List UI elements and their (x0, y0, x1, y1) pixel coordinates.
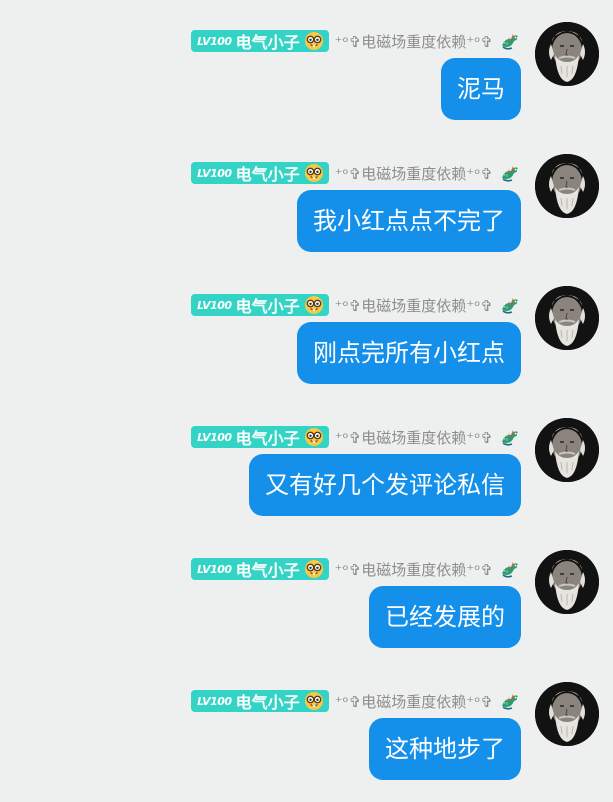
nerd-face-icon (304, 691, 324, 711)
dragon-icon (499, 690, 521, 712)
nerd-face-icon (304, 559, 324, 579)
level-badge[interactable]: LV100 电气小子 (191, 162, 329, 184)
message-bubble[interactable]: 泥马 (441, 58, 521, 120)
dragon-icon (499, 558, 521, 580)
nerd-face-icon (304, 295, 324, 315)
level-label: LV100 (197, 34, 232, 48)
nickname: 电气小子 (235, 165, 300, 184)
level-label: LV100 (197, 562, 232, 576)
nerd-face-icon (304, 31, 324, 51)
fan-tag: ⁺ᵒ✞电磁场重度依赖⁺ᵒ✞ (334, 560, 493, 579)
sender-header: LV100 电气小子 ⁺ᵒ✞电磁场重度依赖⁺ᵒ✞ (191, 160, 521, 186)
nerd-face-icon (304, 427, 324, 447)
sender-avatar[interactable] (535, 154, 599, 218)
level-label: LV100 (197, 166, 232, 180)
sender-avatar[interactable] (535, 22, 599, 86)
sender-header: LV100 电气小子 ⁺ᵒ✞电磁场重度依赖⁺ᵒ✞ (191, 688, 521, 714)
nickname: 电气小子 (235, 693, 300, 712)
level-label: LV100 (197, 694, 232, 708)
level-badge[interactable]: LV100 电气小子 (191, 690, 329, 712)
level-badge[interactable]: LV100 电气小子 (191, 558, 329, 580)
message-bubble[interactable]: 已经发展的 (369, 586, 521, 648)
sender-header: LV100 电气小子 ⁺ᵒ✞电磁场重度依赖⁺ᵒ✞ (191, 28, 521, 54)
chat-message: LV100 电气小子 ⁺ᵒ✞电磁场重度依赖⁺ᵒ✞ (0, 418, 613, 538)
sender-avatar[interactable] (535, 682, 599, 746)
fan-tag: ⁺ᵒ✞电磁场重度依赖⁺ᵒ✞ (334, 164, 493, 183)
message-bubble[interactable]: 我小红点点不完了 (297, 190, 521, 252)
sender-avatar[interactable] (535, 550, 599, 614)
message-bubble[interactable]: 刚点完所有小红点 (297, 322, 521, 384)
sender-avatar[interactable] (535, 418, 599, 482)
dragon-icon (499, 30, 521, 52)
dragon-icon (499, 426, 521, 448)
dragon-icon (499, 294, 521, 316)
nickname: 电气小子 (235, 297, 300, 316)
nickname: 电气小子 (235, 561, 300, 580)
nickname: 电气小子 (235, 429, 300, 448)
level-badge[interactable]: LV100 电气小子 (191, 30, 329, 52)
nickname: 电气小子 (235, 33, 300, 52)
level-label: LV100 (197, 298, 232, 312)
message-bubble[interactable]: 又有好几个发评论私信 (249, 454, 521, 516)
message-bubble[interactable]: 这种地步了 (369, 718, 521, 780)
level-badge[interactable]: LV100 电气小子 (191, 294, 329, 316)
chat-message: LV100 电气小子 ⁺ᵒ✞电磁场重度依赖⁺ᵒ✞ (0, 22, 613, 142)
fan-tag: ⁺ᵒ✞电磁场重度依赖⁺ᵒ✞ (334, 32, 493, 51)
chat-message: LV100 电气小子 ⁺ᵒ✞电磁场重度依赖⁺ᵒ✞ (0, 550, 613, 670)
fan-tag: ⁺ᵒ✞电磁场重度依赖⁺ᵒ✞ (334, 428, 493, 447)
chat-message: LV100 电气小子 ⁺ᵒ✞电磁场重度依赖⁺ᵒ✞ (0, 286, 613, 406)
sender-avatar[interactable] (535, 286, 599, 350)
fan-tag: ⁺ᵒ✞电磁场重度依赖⁺ᵒ✞ (334, 692, 493, 711)
level-label: LV100 (197, 430, 232, 444)
level-badge[interactable]: LV100 电气小子 (191, 426, 329, 448)
fan-tag: ⁺ᵒ✞电磁场重度依赖⁺ᵒ✞ (334, 296, 493, 315)
dragon-icon (499, 162, 521, 184)
sender-header: LV100 电气小子 ⁺ᵒ✞电磁场重度依赖⁺ᵒ✞ (191, 424, 521, 450)
sender-header: LV100 电气小子 ⁺ᵒ✞电磁场重度依赖⁺ᵒ✞ (191, 292, 521, 318)
chat-message: LV100 电气小子 ⁺ᵒ✞电磁场重度依赖⁺ᵒ✞ (0, 682, 613, 802)
sender-header: LV100 电气小子 ⁺ᵒ✞电磁场重度依赖⁺ᵒ✞ (191, 556, 521, 582)
chat-message: LV100 电气小子 ⁺ᵒ✞电磁场重度依赖⁺ᵒ✞ (0, 154, 613, 274)
nerd-face-icon (304, 163, 324, 183)
